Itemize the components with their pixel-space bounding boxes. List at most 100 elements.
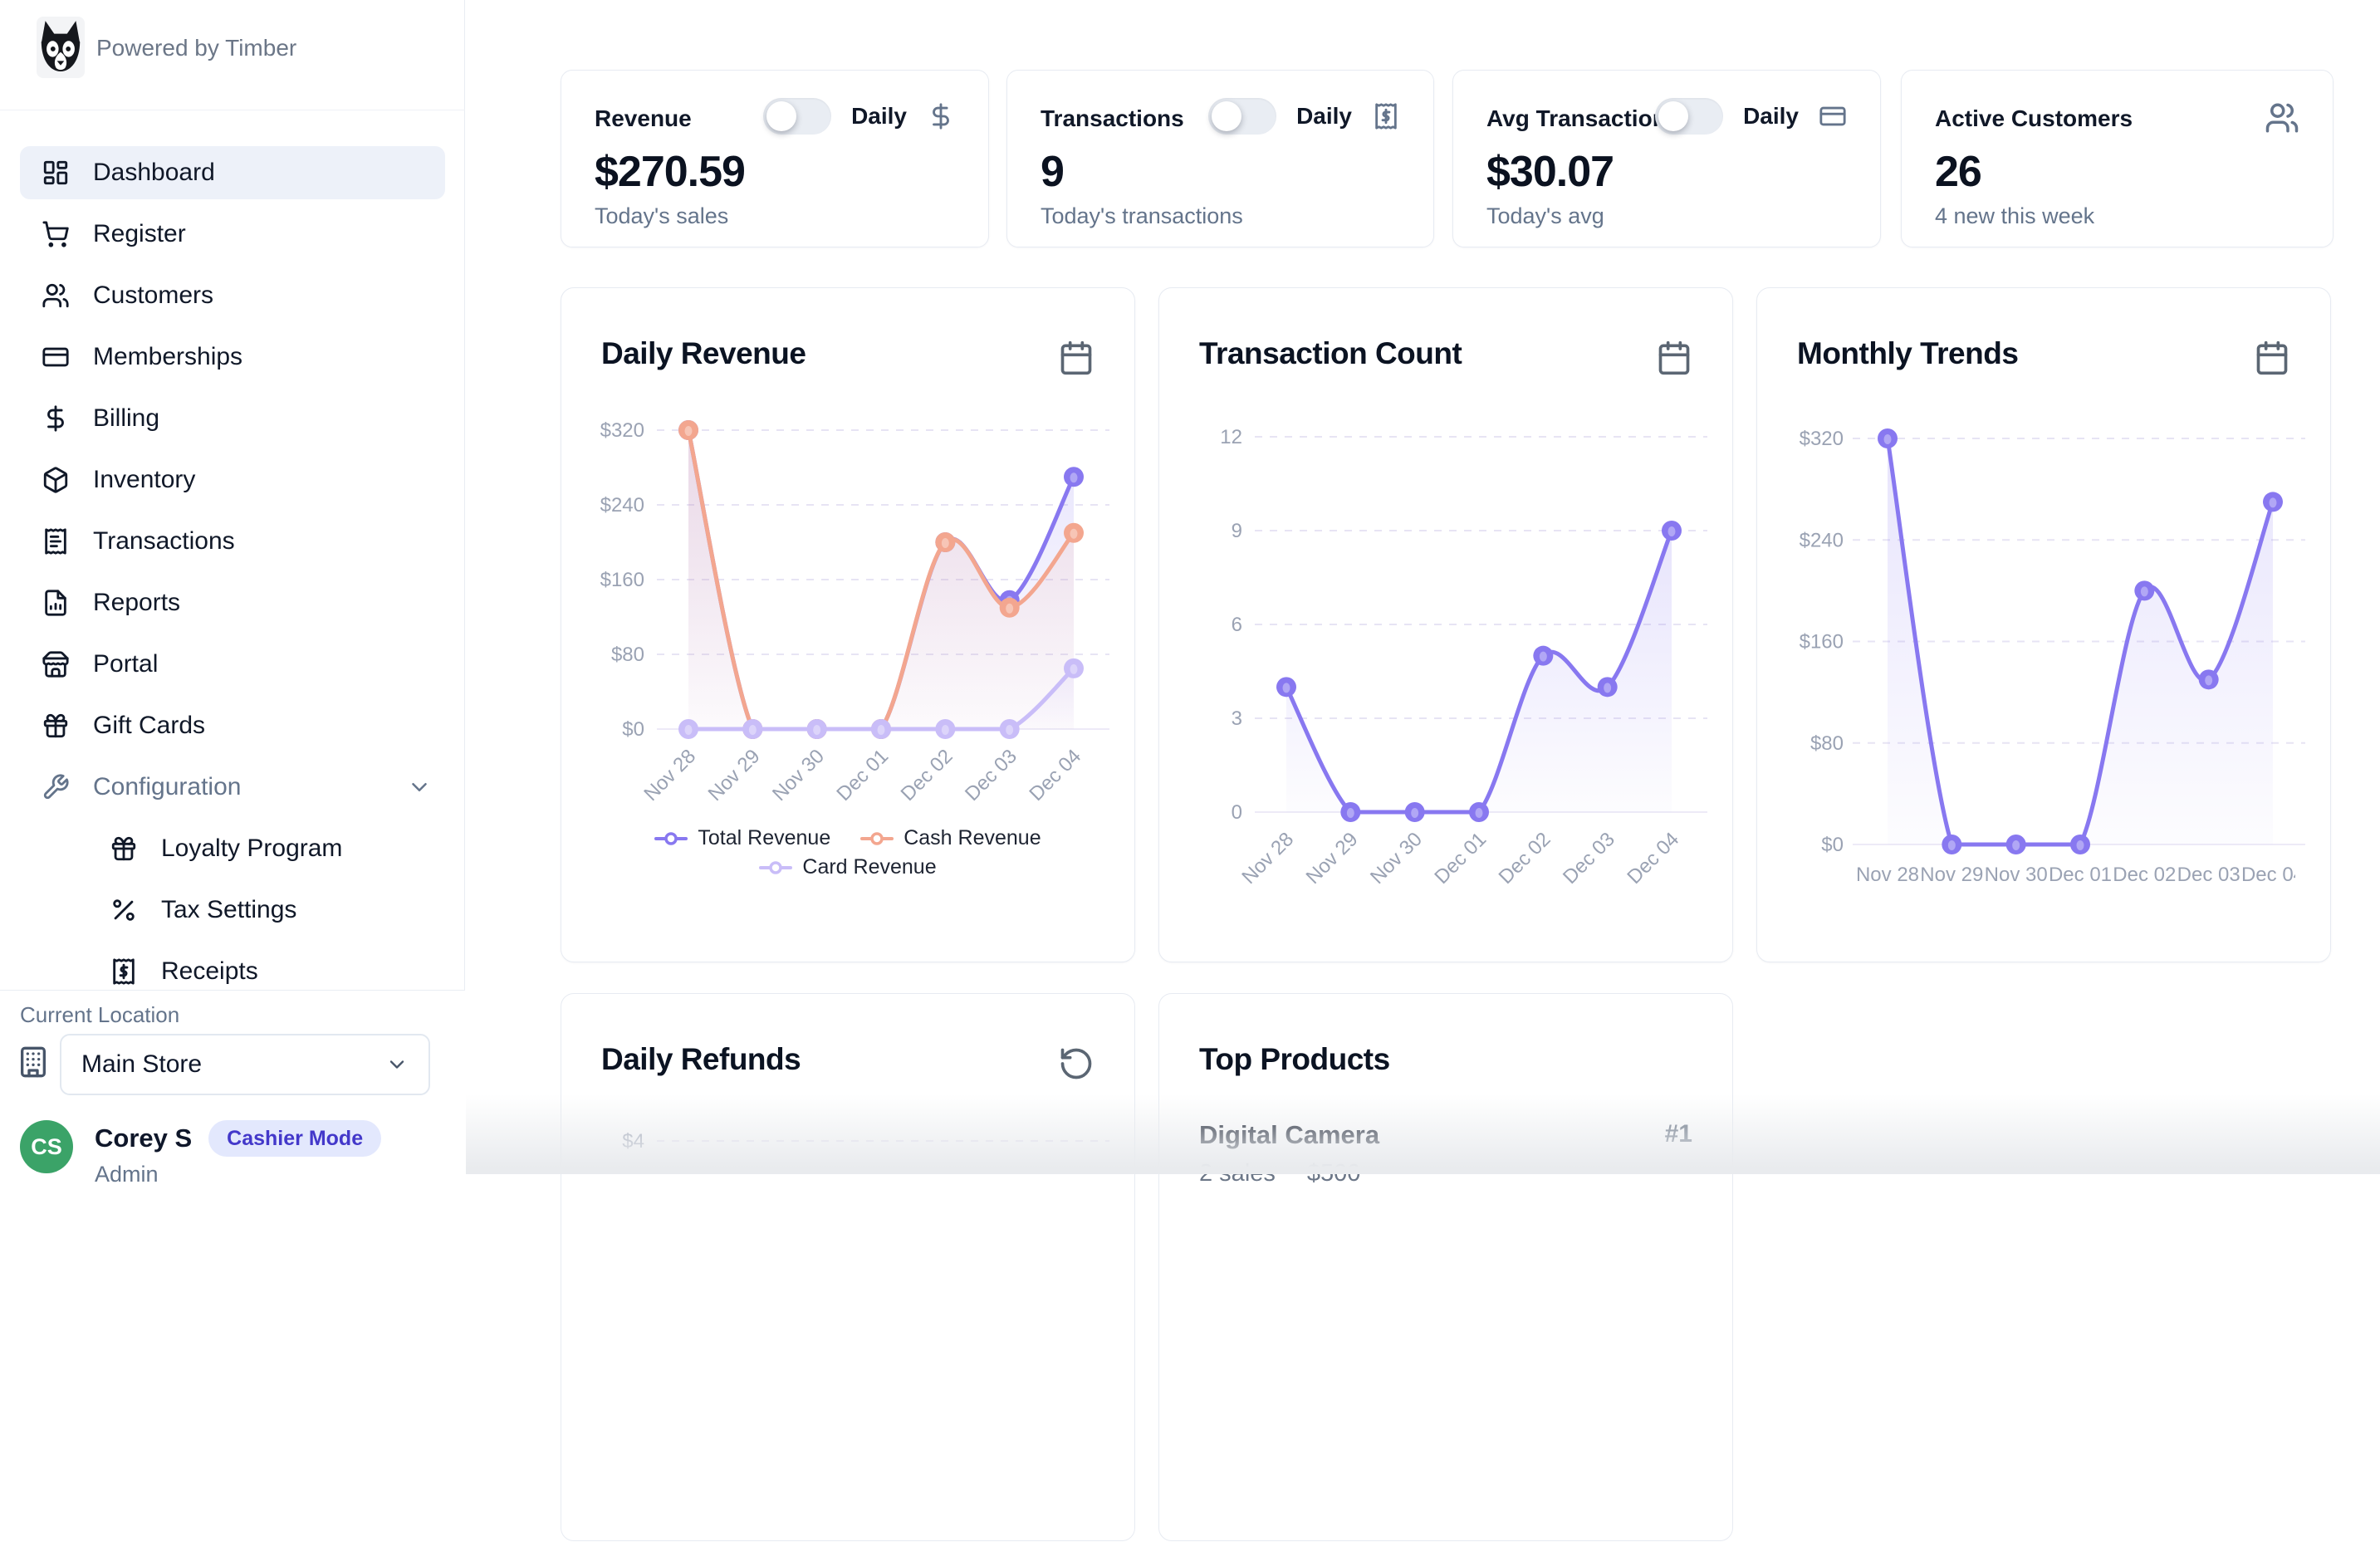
users-icon bbox=[42, 281, 70, 310]
svg-text:Dec 02: Dec 02 bbox=[2113, 864, 2176, 886]
card-title: Top Products bbox=[1199, 1042, 1390, 1077]
sidebar: Powered by Timber Dashboard Register Custo… bbox=[0, 0, 465, 1174]
timber-logo bbox=[37, 17, 85, 78]
sidebar-item-label: Customers bbox=[93, 281, 213, 310]
svg-text:$80: $80 bbox=[611, 644, 644, 666]
svg-text:$0: $0 bbox=[1821, 834, 1844, 856]
sidebar-item-gift-cards[interactable]: Gift Cards bbox=[20, 699, 445, 752]
husky-logo-icon bbox=[37, 17, 85, 78]
sidebar-item-label: Register bbox=[93, 220, 186, 248]
legend-item-card-revenue[interactable]: Card Revenue bbox=[759, 855, 936, 879]
sidebar-item-dashboard[interactable]: Dashboard bbox=[20, 146, 445, 199]
svg-text:9: 9 bbox=[1232, 520, 1242, 542]
daily-toggle[interactable] bbox=[1655, 98, 1723, 135]
sidebar-item-tax-settings[interactable]: Tax Settings bbox=[20, 884, 445, 937]
user-profile[interactable]: CS Corey S Cashier Mode Admin bbox=[20, 1120, 445, 1175]
sidebar-item-label: Gift Cards bbox=[93, 712, 205, 740]
svg-text:Dec 01: Dec 01 bbox=[832, 745, 893, 805]
stat-subtext: 4 new this week bbox=[1935, 203, 2094, 229]
svg-text:Dec 02: Dec 02 bbox=[897, 745, 957, 805]
stat-label: Revenue bbox=[595, 105, 692, 132]
svg-text:Nov 29: Nov 29 bbox=[1302, 828, 1363, 888]
top-products-card: Top Products Digital Camera #1 2 sales $… bbox=[1158, 993, 1733, 1541]
file-bar-chart-icon bbox=[42, 589, 70, 617]
sidebar-item-customers[interactable]: Customers bbox=[20, 269, 445, 322]
transaction-count-card: Transaction Count 036912Nov 28Nov 29Nov … bbox=[1158, 287, 1733, 962]
wrench-icon bbox=[42, 773, 70, 801]
sidebar-item-label: Reports bbox=[93, 589, 180, 617]
user-name: Corey S bbox=[95, 1123, 192, 1153]
calendar-icon[interactable] bbox=[1656, 340, 1692, 376]
sidebar-item-register[interactable]: Register bbox=[20, 208, 445, 261]
location-select[interactable]: Main Store bbox=[60, 1034, 430, 1095]
percent-icon bbox=[110, 896, 138, 924]
svg-text:Dec 04: Dec 04 bbox=[2241, 864, 2304, 886]
sidebar-item-transactions[interactable]: Transactions bbox=[20, 515, 445, 568]
svg-text:$0: $0 bbox=[622, 718, 644, 741]
svg-text:Nov 28: Nov 28 bbox=[1856, 864, 1919, 886]
toggle-label: Daily bbox=[1743, 103, 1799, 130]
rotate-ccw-icon[interactable] bbox=[1058, 1045, 1095, 1082]
svg-text:$160: $160 bbox=[1800, 631, 1844, 654]
stat-subtext: Today's transactions bbox=[1041, 203, 1243, 229]
svg-text:Dec 01: Dec 01 bbox=[2049, 864, 2112, 886]
calendar-icon[interactable] bbox=[2254, 340, 2290, 376]
daily-toggle[interactable] bbox=[763, 98, 831, 135]
product-rank: #1 bbox=[1665, 1120, 1692, 1148]
credit-card-icon bbox=[42, 343, 70, 371]
chevron-down-icon bbox=[385, 1053, 409, 1076]
avatar: CS bbox=[20, 1120, 73, 1173]
chart-title: Daily Refunds bbox=[601, 1042, 801, 1077]
stat-value: 26 bbox=[1935, 147, 1981, 197]
sidebar-item-memberships[interactable]: Memberships bbox=[20, 330, 445, 384]
svg-text:Nov 28: Nov 28 bbox=[639, 745, 700, 805]
svg-text:0: 0 bbox=[1232, 801, 1242, 824]
legend-item-cash-revenue[interactable]: Cash Revenue bbox=[860, 826, 1041, 850]
dollar-sign-icon bbox=[42, 404, 70, 433]
sidebar-item-inventory[interactable]: Inventory bbox=[20, 453, 445, 507]
user-role: Admin bbox=[95, 1162, 381, 1187]
legend-marker bbox=[759, 861, 792, 874]
gift-icon bbox=[42, 712, 70, 740]
chart-title: Transaction Count bbox=[1199, 336, 1462, 371]
stat-subtext: Today's sales bbox=[595, 203, 728, 229]
svg-text:Dec 03: Dec 03 bbox=[1559, 828, 1619, 888]
sidebar-item-label: Receipts bbox=[161, 957, 258, 986]
legend-label: Total Revenue bbox=[698, 826, 830, 850]
stat-label: Active Customers bbox=[1935, 105, 2133, 132]
sidebar-item-portal[interactable]: Portal bbox=[20, 638, 445, 691]
sidebar-item-configuration[interactable]: Configuration bbox=[20, 761, 445, 814]
monthly-trends-card: Monthly Trends $0$80$160$240$320Nov 28No… bbox=[1756, 287, 2331, 962]
sidebar-bottom-panel: Current Location Main Store CS Corey S C… bbox=[0, 990, 465, 1174]
sidebar-item-label: Tax Settings bbox=[161, 896, 296, 924]
svg-text:Nov 29: Nov 29 bbox=[1920, 864, 1983, 886]
cashier-mode-badge: Cashier Mode bbox=[208, 1120, 381, 1157]
sidebar-item-billing[interactable]: Billing bbox=[20, 392, 445, 445]
legend-item-total-revenue[interactable]: Total Revenue bbox=[654, 826, 830, 850]
chart-title: Monthly Trends bbox=[1797, 336, 2018, 371]
chevron-down-icon bbox=[407, 775, 432, 800]
toggle-label: Daily bbox=[1296, 103, 1352, 130]
shopping-cart-icon bbox=[42, 220, 70, 248]
sidebar-item-label: Memberships bbox=[93, 343, 242, 371]
sidebar-item-loyalty-program[interactable]: Loyalty Program bbox=[20, 822, 445, 875]
transaction-count-chart: 036912Nov 28Nov 29Nov 30Dec 01Dec 02Dec … bbox=[1159, 288, 1734, 963]
daily-toggle[interactable] bbox=[1208, 98, 1276, 135]
receipt-icon bbox=[42, 527, 70, 556]
stat-value: 9 bbox=[1041, 147, 1064, 197]
svg-text:$320: $320 bbox=[600, 419, 644, 442]
toggle-label: Daily bbox=[851, 103, 907, 130]
sidebar-item-reports[interactable]: Reports bbox=[20, 576, 445, 629]
svg-text:Dec 02: Dec 02 bbox=[1495, 828, 1555, 888]
svg-text:3: 3 bbox=[1232, 707, 1242, 730]
dollar-sign-icon bbox=[927, 102, 955, 130]
svg-text:$240: $240 bbox=[600, 494, 644, 516]
daily-refunds-card: Daily Refunds $4 bbox=[561, 993, 1135, 1541]
calendar-icon[interactable] bbox=[1058, 340, 1095, 376]
svg-text:$320: $320 bbox=[1800, 428, 1844, 450]
legend-marker bbox=[860, 832, 894, 845]
svg-text:$4: $4 bbox=[622, 1130, 644, 1153]
svg-text:6: 6 bbox=[1232, 614, 1242, 636]
sidebar-item-label: Loyalty Program bbox=[161, 835, 342, 863]
sidebar-header: Powered by Timber bbox=[0, 0, 465, 110]
